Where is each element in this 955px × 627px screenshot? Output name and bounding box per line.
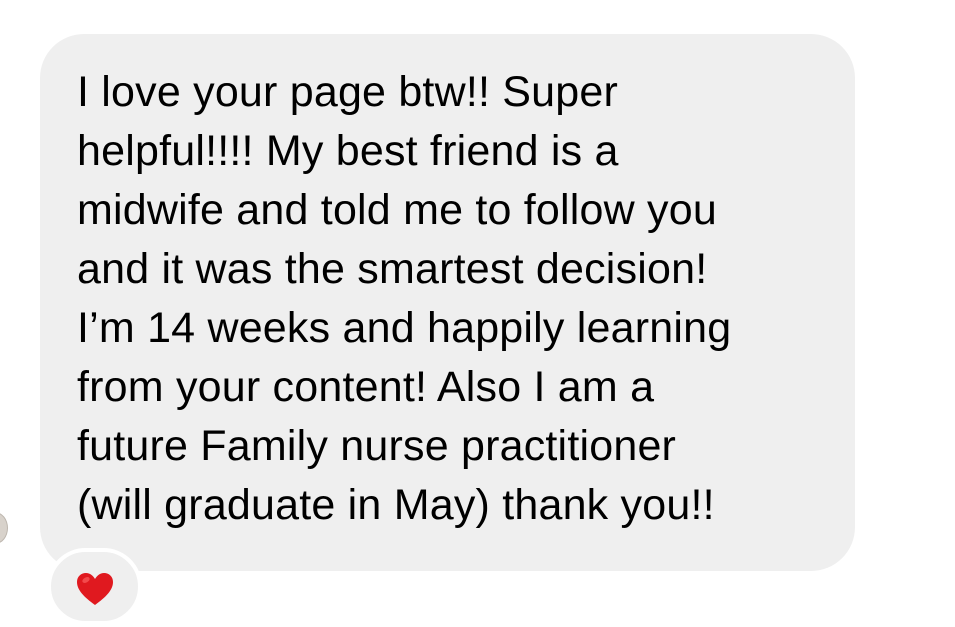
sender-avatar[interactable] bbox=[0, 512, 8, 544]
message-line: future Family nurse practitioner bbox=[77, 422, 677, 470]
message-text: I love your page btw!! Super helpful!!!!… bbox=[77, 63, 847, 535]
reaction-badge[interactable] bbox=[47, 548, 142, 625]
message-line: I’m 14 weeks and happily learning bbox=[77, 304, 732, 352]
message-line: (will graduate in May) thank you!! bbox=[77, 481, 715, 529]
message-line: helpful!!!! My best friend is a bbox=[77, 127, 619, 175]
message-line: and it was the smartest decision! bbox=[77, 245, 708, 293]
message-line: midwife and told me to follow you bbox=[77, 186, 717, 234]
chat-view: I love your page btw!! Super helpful!!!!… bbox=[0, 0, 955, 627]
message-line: from your content! Also I am a bbox=[77, 363, 655, 411]
message-line: I love your page btw!! Super bbox=[77, 68, 619, 116]
heart-icon bbox=[77, 573, 113, 605]
